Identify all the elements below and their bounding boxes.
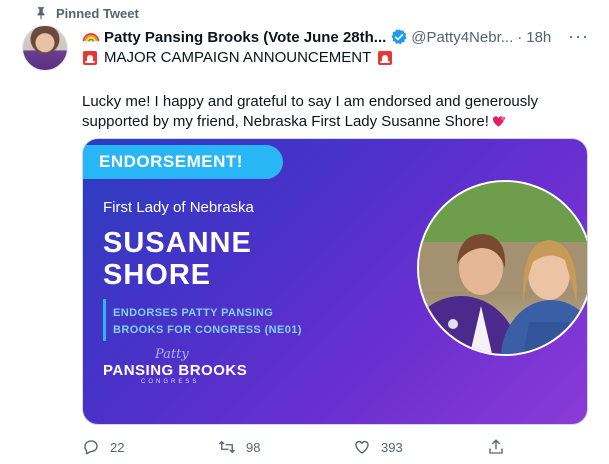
tweet-body-text: Lucky me! I happy and grateful to say I … [82, 93, 539, 130]
timestamp[interactable]: 18h [526, 29, 551, 46]
card-accent-bar [103, 299, 106, 341]
endorsement-tag: ENDORSEMENT! [83, 145, 283, 179]
like-action[interactable]: 393 [353, 438, 403, 456]
rainbow-emoji-icon [82, 33, 100, 44]
retweet-icon[interactable] [218, 438, 236, 456]
share-action[interactable] [487, 438, 515, 456]
card-endorse-line2: BROOKS FOR CONGRESS (NE01) [113, 324, 302, 336]
more-options-icon[interactable]: ··· [568, 27, 589, 45]
share-icon[interactable] [487, 438, 505, 456]
photo-illustration [419, 182, 587, 354]
siren-emoji-icon [378, 50, 393, 65]
retweet-count: 98 [246, 439, 261, 455]
card-name-line2: SHORE [103, 259, 212, 291]
card-first-lady-label: First Lady of Nebraska [103, 199, 254, 216]
announcement-text: MAJOR CAMPAIGN ANNOUNCEMENT [104, 49, 372, 66]
pinned-row: Pinned Tweet [37, 5, 139, 21]
siren-emoji-icon [83, 50, 97, 65]
tweet-actions: 22 98 393 [82, 438, 522, 458]
display-name[interactable]: Patty Pansing Brooks (Vote June 28th... [104, 29, 386, 46]
reply-action[interactable]: 22 [82, 438, 124, 456]
announcement-line: MAJOR CAMPAIGN ANNOUNCEMENT [82, 49, 393, 66]
card-name-line1: SUSANNE [103, 227, 252, 259]
reply-count: 22 [110, 439, 125, 455]
like-count: 393 [381, 439, 403, 455]
campaign-logo-script: Patty [155, 347, 189, 362]
reply-icon[interactable] [82, 438, 100, 456]
avatar[interactable] [22, 25, 68, 71]
tweet-body: Lucky me! I happy and grateful to say I … [82, 92, 572, 132]
handle[interactable]: @Patty4Nebr... [411, 29, 513, 46]
card-endorse-line1: ENDORSES PATTY PANSING [113, 307, 274, 319]
endorsement-card-image[interactable]: ENDORSEMENT! First Lady of Nebraska SUSA… [82, 138, 588, 425]
endorsement-photo [417, 180, 587, 356]
separator-dot: · [517, 28, 523, 46]
retweet-action[interactable]: 98 [218, 438, 260, 456]
verified-badge-icon [391, 29, 407, 45]
like-icon[interactable] [353, 438, 371, 456]
two-hearts-emoji-icon [492, 116, 506, 127]
campaign-logo-sub: CONGRESS [141, 379, 200, 385]
pinned-label: Pinned Tweet [56, 5, 139, 21]
pin-icon [37, 7, 45, 20]
campaign-logo-name: PANSING BROOKS [103, 362, 248, 379]
tweet-header: Patty Pansing Brooks (Vote June 28th... … [82, 27, 595, 47]
